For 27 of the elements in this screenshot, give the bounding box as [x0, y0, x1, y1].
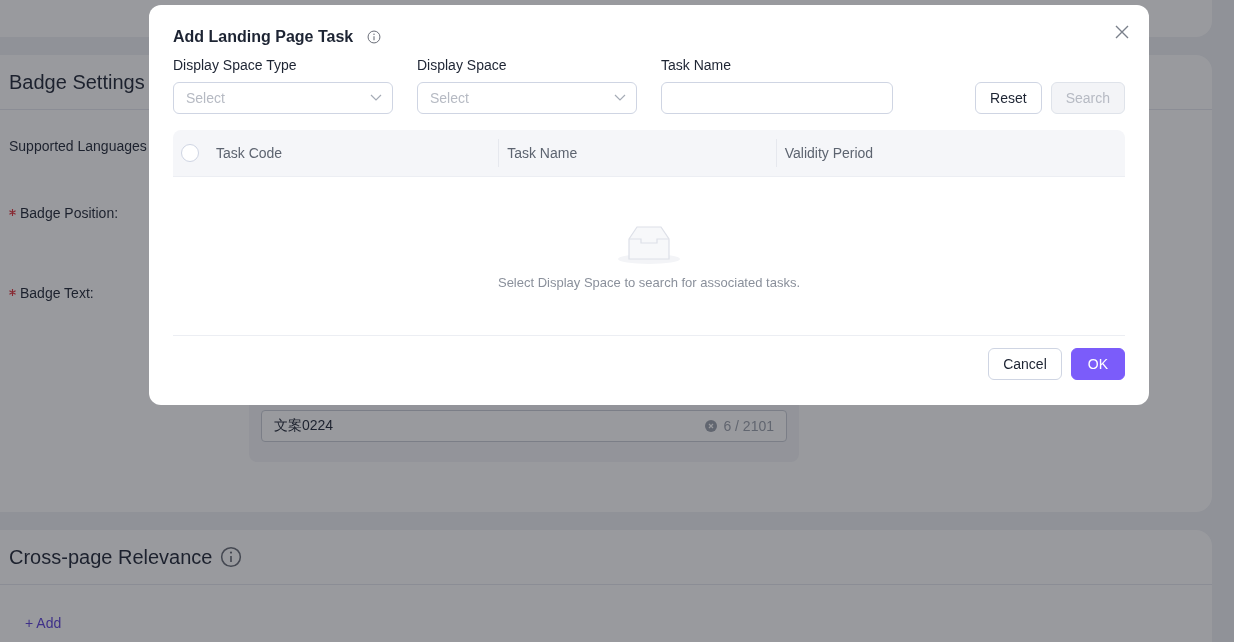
field-label: Supported Languages — [9, 138, 147, 156]
checkbox[interactable] — [181, 144, 199, 162]
add-link[interactable]: + Add — [0, 585, 87, 631]
badge-text-input[interactable]: 文案0224 6 / 2101 — [261, 410, 787, 442]
cancel-button[interactable]: Cancel — [988, 348, 1062, 380]
field-label: Badge Position: — [20, 205, 119, 223]
field-label: Display Space Type — [173, 57, 298, 73]
character-counter: 6 / 2101 — [723, 418, 774, 434]
column-header: Task Name — [507, 145, 578, 161]
field-label: Display Space — [417, 57, 508, 73]
chevron-down-icon — [370, 94, 382, 102]
info-icon — [220, 546, 243, 568]
ok-button[interactable]: OK — [1070, 348, 1125, 380]
section-title: Cross-page Relevance — [9, 545, 213, 569]
action-button[interactable]: Reset — [975, 82, 1042, 114]
close-icon[interactable] — [1115, 25, 1129, 39]
info-icon — [367, 30, 382, 44]
field-label: Badge Text: — [20, 285, 94, 303]
empty-state-message: Select Display Space to search for associated tasks. — [497, 274, 800, 290]
column-header: Validity Period — [784, 145, 874, 161]
clear-icon[interactable] — [705, 420, 718, 432]
text-input[interactable] — [661, 82, 893, 114]
dialog-title: Add Landing Page Task — [173, 28, 354, 46]
chevron-down-icon — [614, 94, 626, 102]
section-title: Badge Settings — [9, 70, 145, 94]
column-header: Task Code — [216, 145, 283, 161]
field-label: Task Name — [661, 57, 733, 73]
